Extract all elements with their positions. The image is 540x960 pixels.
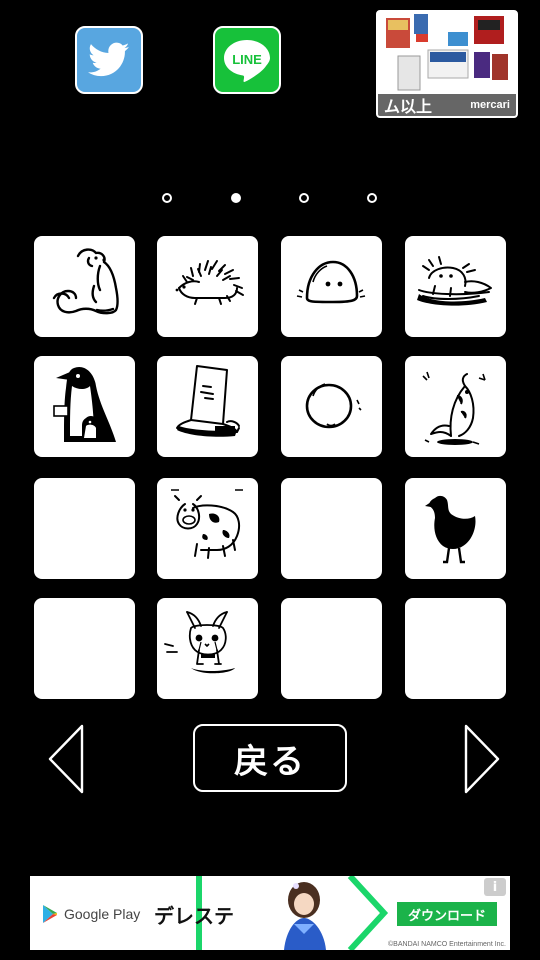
twitter-share-button[interactable] <box>75 26 143 94</box>
collection-cell-3[interactable] <box>281 236 382 337</box>
banner-ad[interactable]: Google Play デレステ ダウンロード i ©BANDAI NAMCO … <box>30 876 510 950</box>
ad-info-icon[interactable]: i <box>484 878 506 896</box>
page-dot-2[interactable] <box>231 193 241 203</box>
collection-cell-12[interactable] <box>405 478 506 579</box>
collection-cell-11[interactable] <box>281 478 382 579</box>
page-dot-3[interactable] <box>299 193 309 203</box>
collection-cell-8[interactable] <box>405 356 506 457</box>
cow-icon <box>171 489 243 559</box>
google-play-icon <box>43 905 57 923</box>
twitter-bird-icon <box>88 42 130 77</box>
penguin-icon <box>53 366 116 442</box>
chicken-silhouette-icon <box>425 495 476 564</box>
banner-copyright: ©BANDAI NAMCO Entertainment Inc. <box>388 941 506 948</box>
page-dot-4[interactable] <box>367 193 377 203</box>
google-play-label: Google Play <box>64 906 141 922</box>
collection-cell-1[interactable] <box>34 236 135 337</box>
crying-chihuahua-icon <box>164 611 235 674</box>
page-dot-1[interactable] <box>162 193 172 203</box>
right-triangle-icon <box>464 724 500 794</box>
next-page-button[interactable] <box>464 724 500 794</box>
collection-cell-2[interactable] <box>157 236 258 337</box>
collection-cell-14[interactable] <box>157 598 258 699</box>
slime-blob-icon <box>296 260 366 304</box>
line-share-button[interactable]: LINE <box>213 26 281 94</box>
collection-cell-7[interactable] <box>281 356 382 457</box>
game-products-image <box>386 14 508 91</box>
flopping-fish-icon <box>422 371 486 445</box>
download-button[interactable]: ダウンロード <box>397 902 497 926</box>
banner-title: デレステ <box>154 904 234 928</box>
idol-character-image <box>284 882 326 950</box>
collection-cell-4[interactable] <box>405 236 506 337</box>
back-button[interactable]: 戻る <box>193 724 347 792</box>
mercari-ad[interactable]: ム以上 mercari <box>376 10 518 118</box>
polar-bear-icon <box>52 248 119 315</box>
line-label: LINE <box>232 52 262 67</box>
prev-page-button[interactable] <box>48 724 84 794</box>
collection-cell-5[interactable] <box>34 356 135 457</box>
hedgehog-icon <box>175 260 244 305</box>
collection-cell-9[interactable] <box>34 478 135 579</box>
left-triangle-icon <box>48 724 84 794</box>
collection-cell-16[interactable] <box>405 598 506 699</box>
egg-ball-icon <box>305 383 362 429</box>
collection-cell-6[interactable] <box>157 356 258 457</box>
collection-cell-15[interactable] <box>281 598 382 699</box>
fallen-bucket-icon <box>176 365 240 437</box>
axolotl-icon <box>417 256 492 306</box>
google-play-badge: Google Play <box>42 904 140 924</box>
mercari-logo: mercari <box>470 99 510 111</box>
collection-cell-10[interactable] <box>157 478 258 579</box>
ad-caption-text: ム以上 <box>384 97 433 116</box>
back-button-label: 戻る <box>234 741 306 782</box>
ad-caption-strip: ム以上 mercari <box>378 94 516 116</box>
collection-cell-13[interactable] <box>34 598 135 699</box>
